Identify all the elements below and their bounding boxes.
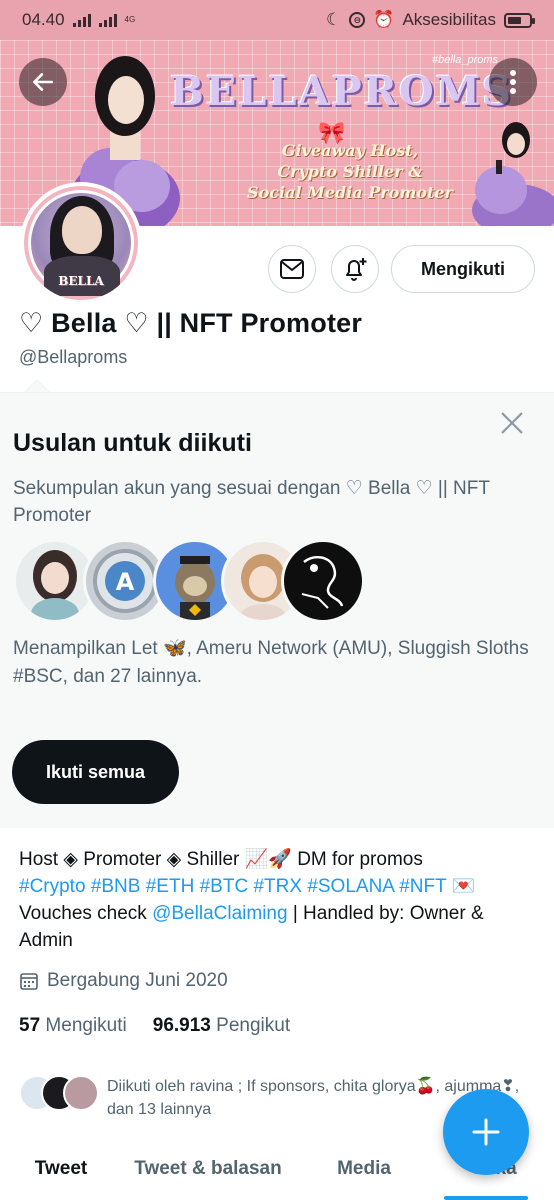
hashtag-link[interactable]: #Crypto <box>19 876 86 897</box>
dismiss-suggestions-button[interactable] <box>496 407 528 439</box>
hashtag-link[interactable]: #TRX <box>253 876 302 897</box>
following-button[interactable]: Mengikuti <box>391 245 535 293</box>
network-label: 4G <box>124 15 136 24</box>
suggested-avatar-5[interactable] <box>281 539 365 623</box>
signal-icon-2 <box>98 13 117 27</box>
follow-all-button[interactable]: Ikuti semua <box>12 740 179 804</box>
arrow-left-icon <box>33 73 53 91</box>
followers-count: 96.913 <box>152 1015 211 1036</box>
avatar-face <box>62 206 102 254</box>
mention-link[interactable]: @BellaClaiming <box>152 903 287 924</box>
avatar-illustration-5 <box>301 555 344 609</box>
more-vertical-icon <box>510 70 516 94</box>
followers-label: Pengikut <box>216 1015 291 1036</box>
banner-tagline-1: Giveaway Host, <box>281 141 419 160</box>
avatar-label: BELLA <box>58 274 104 288</box>
compose-tweet-button[interactable] <box>443 1089 529 1175</box>
follow-counts: 57 Mengikuti 96.913 Pengikut <box>19 1015 290 1037</box>
follower-avatar-3 <box>63 1075 99 1111</box>
status-time: 04.40 <box>22 10 65 29</box>
plus-icon <box>472 1118 500 1146</box>
suggestions-names: Menampilkan Let 🦋, Ameru Network (AMU), … <box>13 638 529 687</box>
message-button[interactable] <box>268 245 316 293</box>
hashtag-link[interactable]: #ETH <box>146 876 195 897</box>
followers-link[interactable]: 96.913 Pengikut <box>153 1015 290 1037</box>
tab-media[interactable]: Media <box>294 1146 434 1200</box>
display-name: ♡ Bella ♡ || NFT Promoter <box>19 308 363 338</box>
join-date-text: Bergabung Juni 2020 <box>47 970 228 991</box>
suggested-avatars[interactable]: A <box>13 539 373 623</box>
following-link[interactable]: 57 Mengikuti <box>19 1015 127 1037</box>
alarm-icon: ⏰ <box>373 10 395 29</box>
tab-indicator <box>444 1196 528 1200</box>
suggestions-subtitle: Sekumpulan akun yang sesuai dengan ♡ Bel… <box>13 478 490 526</box>
hashtag-link[interactable]: #SOLANA <box>307 876 394 897</box>
banner-tagline-3: Social Media Promoter <box>247 183 453 202</box>
banner-handle: #bella_proms <box>432 54 499 66</box>
calendar-icon <box>20 973 38 990</box>
tab-tweets[interactable]: Tweet <box>0 1146 122 1200</box>
follow-suggestions-panel: Usulan untuk diikuti Sekumpulan akun yan… <box>0 392 554 828</box>
vouch-prefix: Vouches check <box>19 903 153 924</box>
bio-line-1: Host ◈ Promoter ◈ Shiller 📈🚀 DM for prom… <box>19 849 423 870</box>
more-options-button[interactable] <box>489 58 537 106</box>
moon-icon: ☾ <box>326 10 342 29</box>
battery-icon <box>504 12 535 28</box>
back-button[interactable] <box>19 58 67 106</box>
banner-figure-right <box>472 122 554 226</box>
signal-icon <box>72 13 91 27</box>
tab-tweets-replies[interactable]: Tweet & balasan <box>122 1146 294 1200</box>
following-label: Mengikuti <box>45 1015 127 1036</box>
banner-tagline-2: Crypto Shiller & <box>277 162 423 181</box>
bell-plus-icon <box>346 258 367 281</box>
hashtag-link[interactable]: #BTC <box>200 876 249 897</box>
suggestions-title: Usulan untuk diikuti <box>13 429 252 457</box>
hashtag-link[interactable]: #NFT <box>399 876 446 897</box>
close-icon <box>501 412 523 434</box>
hashtag-link[interactable]: #BNB <box>91 876 141 897</box>
svg-text:A: A <box>116 568 135 596</box>
following-count: 57 <box>19 1015 41 1036</box>
banner-tagline: Giveaway Host, Crypto Shiller & Social M… <box>230 140 470 203</box>
profile-avatar[interactable]: BELLA <box>20 182 142 304</box>
accessibility-label: Aksesibilitas <box>402 10 496 29</box>
join-date: Bergabung Juni 2020 <box>19 970 228 992</box>
data-saver-icon: ⊖ <box>349 12 366 28</box>
envelope-emoji: 💌 <box>451 876 476 897</box>
status-bar: 04.40 4G ☾ ⊖ ⏰ Aksesibilitas <box>0 0 554 40</box>
notifications-button[interactable] <box>331 245 379 293</box>
mail-icon <box>280 259 304 279</box>
profile-handle: @Bellaproms <box>19 347 128 367</box>
followed-by-avatars <box>19 1075 99 1115</box>
profile-bio: Host ◈ Promoter ◈ Shiller 📈🚀 DM for prom… <box>19 846 539 954</box>
